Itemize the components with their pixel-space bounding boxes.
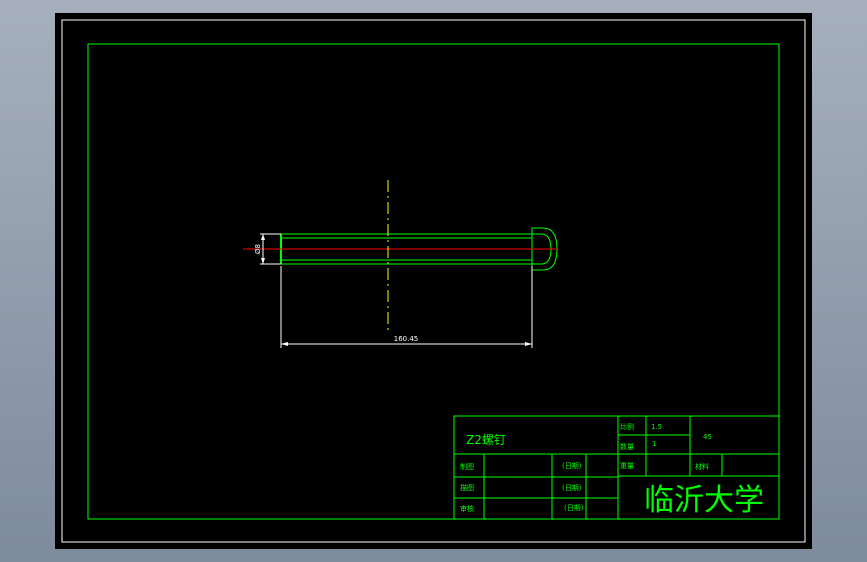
material-value: 45	[703, 433, 712, 441]
cad-drawing: Ø8 160.45 Z2螺钉 比例 1.5 数量 1 45 制图 (日期) 重量…	[61, 19, 806, 543]
date-label-1: (日期)	[562, 462, 582, 470]
length-dimension[interactable]: 160.45	[280, 266, 533, 348]
weight-label: 重量	[620, 462, 634, 470]
diameter-value: Ø8	[254, 244, 262, 254]
cad-drawing-viewport[interactable]: Ø8 160.45 Z2螺钉 比例 1.5 数量 1 45 制图 (日期) 重量…	[55, 13, 812, 549]
quantity-value: 1	[652, 440, 656, 448]
school-name: 临沂大学	[644, 483, 764, 518]
material-label: 材料	[695, 462, 709, 471]
length-value: 160.45	[394, 335, 419, 343]
scale-value: 1.5	[651, 423, 662, 431]
checker-label: 审核	[460, 504, 474, 513]
date-label-2: (日期)	[562, 484, 582, 492]
date-label-3: (日期)	[564, 504, 584, 512]
designer-label: 制图	[460, 462, 474, 471]
drawing-frame	[87, 43, 780, 520]
scale-label: 比例	[620, 422, 634, 431]
screw-view[interactable]	[243, 180, 558, 331]
drafter-label: 描图	[460, 483, 474, 492]
part-name: Z2螺钉	[466, 433, 506, 447]
sheet-border	[61, 19, 806, 543]
title-block-text: Z2螺钉 比例 1.5 数量 1 45 制图 (日期) 重量 材料 描图 (日期…	[460, 422, 764, 518]
quantity-label: 数量	[620, 442, 634, 451]
